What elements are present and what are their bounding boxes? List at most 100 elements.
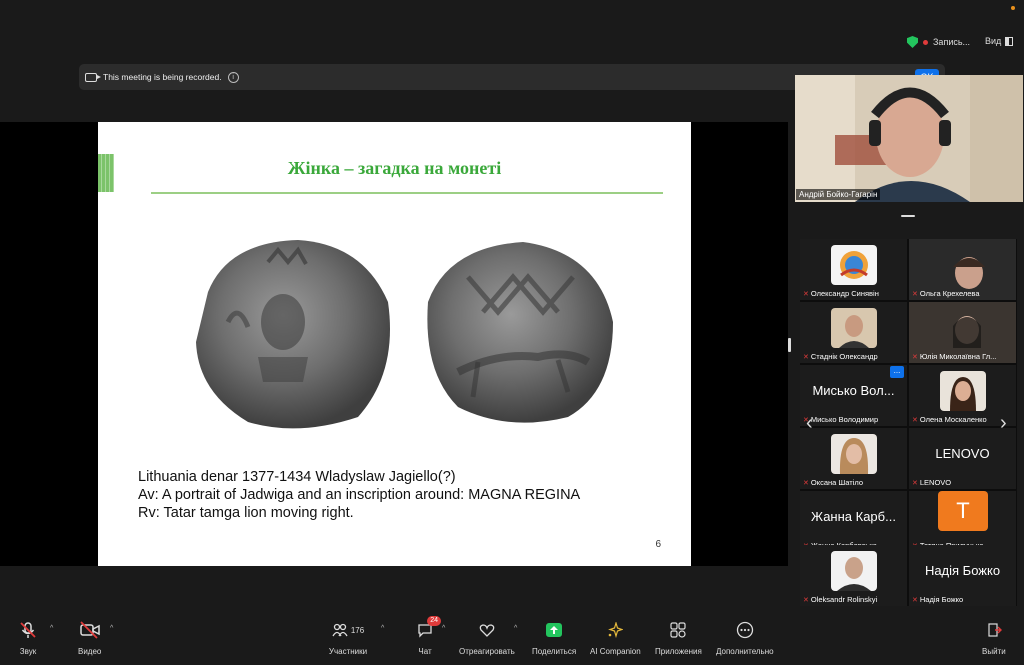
muted-mic-icon	[18, 620, 38, 640]
participant-name: ✕ Олена Москаленко	[912, 415, 987, 424]
chevron-right-icon[interactable]: ›	[1000, 412, 1007, 435]
chat-icon: 24	[415, 616, 441, 640]
participant-tile[interactable]: ✕ Оксана Шатіло	[800, 428, 907, 489]
view-label: Вид	[985, 36, 1002, 46]
heart-icon	[477, 620, 497, 640]
slide-divider	[151, 192, 663, 194]
caption-line: Av: A portrait of Jadwiga and an inscrip…	[138, 487, 581, 503]
initial-avatar: T	[938, 491, 988, 531]
muted-mic-icon: ✕	[803, 596, 809, 604]
coin-obverse	[196, 240, 390, 429]
slide-page-number: 6	[655, 539, 661, 550]
shared-screen: Жінка – загадка на монеті Lithuania dena…	[0, 122, 788, 566]
avatar	[940, 371, 986, 411]
notification-dot	[1011, 6, 1015, 10]
layout-icon	[1005, 36, 1014, 46]
chevron-up-icon[interactable]: ^	[381, 625, 384, 632]
camera-icon	[85, 72, 101, 82]
coin-images	[196, 240, 613, 429]
participant-name: ✕ Оксана Шатіло	[803, 478, 864, 487]
slide-caption: Lithuania denar 1377-1434 Wladyslaw Jagi…	[138, 468, 580, 522]
participant-tile[interactable]: ✕ Стаднік Олександр	[800, 302, 907, 363]
participant-tile[interactable]: ✕ Олександр Синявін	[800, 239, 907, 300]
share-label: Поделиться	[532, 647, 577, 656]
caption-line: Lithuania denar 1377-1434 Wladyslaw Jagi…	[138, 469, 456, 485]
leave-icon	[984, 620, 1004, 640]
muted-mic-icon: ✕	[803, 479, 809, 487]
participant-name: ✕ LENOVO	[912, 478, 952, 487]
more-icon	[735, 620, 755, 640]
leave-button[interactable]: Выйти	[982, 620, 1006, 656]
panel-drag-handle[interactable]	[901, 215, 915, 217]
more-label: Дополнительно	[716, 647, 774, 656]
participants-button[interactable]: 176 Участники	[328, 620, 368, 656]
participant-name: ✕ Ольга Крехелева	[912, 289, 980, 298]
muted-mic-icon: ✕	[912, 596, 918, 604]
participants-label: Участники	[328, 647, 368, 656]
chevron-up-icon[interactable]: ^	[514, 625, 517, 632]
speaker-video-frame	[795, 75, 1023, 202]
participant-display-name: Мисько Вол...	[812, 383, 895, 398]
participant-name: ✕ Юлія Миколаївна Гл...	[912, 352, 997, 361]
participant-display-name: LENOVO	[935, 446, 990, 461]
participant-name: ✕ Олександр Синявін	[803, 289, 879, 298]
chevron-up-icon[interactable]: ^	[442, 625, 445, 632]
participant-name: ✕ Надія Божко	[912, 595, 964, 604]
split-drag-handle[interactable]	[788, 338, 791, 352]
speaker-name: Андрій Бойко-Гагарін	[796, 189, 881, 200]
avatar	[831, 551, 877, 591]
coin-reverse	[427, 242, 613, 423]
muted-mic-icon: ✕	[912, 353, 918, 361]
ai-companion-button[interactable]: AI Companion	[590, 620, 641, 656]
speaker-video[interactable]: Андрій Бойко-Гагарін	[795, 75, 1023, 202]
recording-label: Запись...	[933, 37, 971, 47]
participant-tile[interactable]: T ✕Тетяна Прилуцька	[909, 491, 1016, 552]
share-screen-icon	[544, 620, 564, 640]
participants-icon: 176	[328, 620, 368, 640]
muted-mic-icon: ✕	[912, 290, 918, 298]
participant-display-name: Жанна Карб...	[811, 509, 896, 524]
shield-icon	[907, 36, 918, 48]
sparkle-icon	[605, 620, 625, 640]
apps-label: Приложения	[655, 647, 702, 656]
muted-mic-icon: ✕	[803, 353, 809, 361]
react-label: Отреагировать	[459, 647, 515, 656]
record-dot-icon	[923, 39, 928, 45]
avatar	[831, 434, 877, 474]
video-label: Видео	[78, 647, 102, 656]
muted-mic-icon: ✕	[803, 290, 809, 298]
participant-tile[interactable]: ✕ Ольга Крехелева	[909, 239, 1016, 300]
chat-label: Чат	[418, 647, 432, 656]
more-options-icon[interactable]: ...	[890, 366, 904, 378]
view-button[interactable]: Вид	[985, 36, 1014, 46]
react-button[interactable]: Отреагировать	[459, 620, 515, 656]
participant-display-name: Надія Божко	[924, 563, 1001, 578]
chevron-up-icon[interactable]: ^	[110, 625, 113, 632]
chevron-up-icon[interactable]: ^	[50, 625, 53, 632]
share-button[interactable]: Поделиться	[532, 620, 576, 656]
video-off-icon	[79, 620, 100, 640]
muted-mic-icon: ✕	[912, 479, 918, 487]
participant-tile[interactable]: Жанна Карб... ✕Жанна Карбовська	[800, 491, 907, 552]
participant-tile[interactable]: LENOVO ✕ LENOVO	[909, 428, 1016, 489]
info-icon[interactable]: i	[227, 71, 239, 83]
participant-name: ✕ Oleksandr Rolinskyi	[803, 595, 878, 604]
participant-name: ✕ Мисько Володимир	[803, 415, 879, 424]
participant-tile[interactable]: ✕ Oleksandr Rolinskyi	[800, 545, 907, 606]
presentation-slide: Жінка – загадка на монеті Lithuania dena…	[98, 122, 691, 566]
recording-status[interactable]: Запись...	[907, 36, 970, 48]
banner-text: This meeting is being recorded.	[103, 72, 222, 82]
zoom-meeting-window: Запись... Вид This meeting is being reco…	[0, 0, 1024, 665]
caption-line: Rv: Tatar tamga lion moving right.	[138, 505, 354, 521]
muted-mic-icon: ✕	[912, 416, 918, 424]
more-button[interactable]: Дополнительно	[716, 620, 774, 656]
participant-gallery: ✕ Олександр Синявін ✕ Ольга Крехелева ✕ Ста…	[800, 239, 1017, 606]
apps-button[interactable]: Приложения	[655, 620, 702, 656]
video-button[interactable]: Видео	[78, 620, 101, 656]
participant-tile[interactable]: ✕ Юлія Миколаївна Гл...	[909, 302, 1016, 363]
participant-tile[interactable]: Надія Божко ✕ Надія Божко	[909, 545, 1016, 606]
chevron-left-icon[interactable]: ‹	[806, 412, 813, 435]
chat-button[interactable]: 24 Чат	[415, 616, 441, 656]
leave-label: Выйти	[982, 647, 1006, 656]
audio-button[interactable]: Звук	[18, 620, 38, 656]
